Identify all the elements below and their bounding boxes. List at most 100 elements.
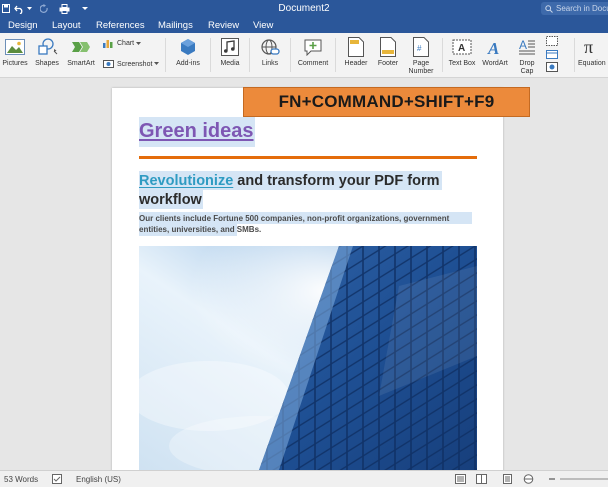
smartart-label: SmartArt <box>67 60 95 67</box>
comment-icon <box>303 36 323 58</box>
ribbon-separator <box>249 38 250 72</box>
web-layout-icon[interactable] <box>523 474 534 484</box>
links-button[interactable]: Links <box>256 36 284 68</box>
ribbon-tab-bar: Design Layout References Mailings Review… <box>0 17 608 33</box>
save-icon[interactable] <box>2 2 10 15</box>
building-image[interactable] <box>139 246 477 470</box>
footer-icon <box>380 36 396 58</box>
media-button[interactable]: Media <box>215 36 245 68</box>
pictures-label: Pictures <box>2 60 28 67</box>
smartart-icon <box>71 36 91 58</box>
chart-dropdown-icon <box>136 41 142 45</box>
ribbon-separator <box>210 38 211 72</box>
page-number-button[interactable]: # Page Number <box>404 36 438 76</box>
tab-review[interactable]: Review <box>208 18 239 32</box>
screenshot-dropdown-icon <box>154 62 160 65</box>
drop-cap-button[interactable]: A Drop Cap <box>513 36 541 76</box>
word-count[interactable]: 53 Words <box>4 475 38 484</box>
equation-icon: π <box>578 36 599 58</box>
tab-design[interactable]: Design <box>8 18 38 32</box>
subheading-link[interactable]: Revolutionize <box>139 173 233 189</box>
ribbon-separator <box>442 38 443 72</box>
document-subheading[interactable]: Revolutionize and transform your PDF for… <box>139 172 459 210</box>
tab-view[interactable]: View <box>253 18 273 32</box>
media-label: Media <box>220 60 240 67</box>
svg-text:#: # <box>417 44 422 53</box>
signature-line-icon[interactable] <box>546 36 561 46</box>
page-number-label: Page Number <box>408 60 434 75</box>
text-box-label: Text Box <box>448 60 476 67</box>
pictures-button[interactable]: Pictures <box>0 36 30 68</box>
date-time-icon[interactable] <box>546 49 561 59</box>
svg-text:π: π <box>584 38 593 56</box>
search-box[interactable]: Search in Document <box>541 2 608 15</box>
wordart-button[interactable]: A WordArt <box>480 36 510 68</box>
footer-button[interactable]: Footer <box>373 36 403 68</box>
ribbon-separator <box>335 38 336 72</box>
wordart-label: WordArt <box>482 60 508 67</box>
read-mode-icon[interactable] <box>476 474 487 484</box>
object-icon[interactable] <box>546 62 561 72</box>
drop-cap-icon: A <box>518 36 536 58</box>
header-button[interactable]: Header <box>341 36 371 68</box>
header-label: Header <box>344 60 368 67</box>
screenshot-label: Screenshot <box>117 60 153 68</box>
svg-text:A: A <box>519 38 527 52</box>
undo-icon[interactable] <box>14 2 25 15</box>
focus-view-icon[interactable] <box>455 474 466 484</box>
screenshot-button[interactable]: Screenshot <box>103 59 162 69</box>
chart-icon <box>103 40 113 48</box>
comment-label: Comment <box>297 60 329 67</box>
title-bar: Document2 Search in Document <box>0 0 608 17</box>
document-title: Document2 <box>278 3 330 14</box>
media-icon <box>221 36 239 58</box>
wordart-icon: A <box>486 36 504 58</box>
page-number-icon: # <box>413 36 429 58</box>
ribbon-separator <box>290 38 291 72</box>
customize-toolbar-icon[interactable] <box>82 2 88 15</box>
addins-label: Add-ins <box>176 60 200 67</box>
print-layout-icon[interactable] <box>502 474 513 484</box>
heading-rule <box>139 156 477 159</box>
equation-label: Equation <box>578 60 606 67</box>
language-indicator[interactable]: English (US) <box>76 475 121 484</box>
keyboard-shortcut-banner: FN+COMMAND+SHIFT+F9 <box>243 87 530 117</box>
chart-label: Chart <box>117 40 135 47</box>
svg-text:A: A <box>458 43 465 54</box>
print-icon[interactable] <box>59 2 70 15</box>
header-icon <box>348 36 364 58</box>
text-box-icon: A <box>452 36 472 58</box>
undo-dropdown-icon[interactable] <box>27 2 32 15</box>
redo-icon[interactable] <box>40 2 49 15</box>
addins-button[interactable]: Add-ins <box>172 36 204 68</box>
tab-layout[interactable]: Layout <box>52 18 81 32</box>
document-heading[interactable]: Green ideas <box>139 120 254 143</box>
chart-button[interactable]: Chart <box>103 39 144 48</box>
zoom-out-icon[interactable] <box>548 475 556 483</box>
search-placeholder: Search in Document <box>556 4 608 13</box>
tab-references[interactable]: References <box>96 18 145 32</box>
shapes-label: Shapes <box>35 60 59 67</box>
tab-mailings[interactable]: Mailings <box>158 18 193 32</box>
shapes-icon <box>36 36 58 58</box>
ribbon-separator <box>574 38 575 72</box>
zoom-slider[interactable] <box>560 478 608 480</box>
screenshot-icon <box>103 60 114 68</box>
ribbon-insert: Pictures Shapes SmartArt Chart Screensho… <box>0 33 608 78</box>
drop-cap-label: Drop Cap <box>519 60 535 75</box>
footer-label: Footer <box>377 60 399 67</box>
addins-icon <box>179 36 197 58</box>
smartart-button[interactable]: SmartArt <box>64 36 98 68</box>
text-box-button[interactable]: A Text Box <box>446 36 478 68</box>
comment-button[interactable]: Comment <box>296 36 330 68</box>
search-icon <box>545 4 553 13</box>
document-paragraph[interactable]: Our clients include Fortune 500 companie… <box>139 213 479 235</box>
svg-text:A: A <box>487 39 499 56</box>
ribbon-separator <box>165 38 166 72</box>
pictures-icon <box>5 36 25 58</box>
links-icon <box>260 36 280 58</box>
proofing-icon[interactable] <box>52 474 62 484</box>
equation-button[interactable]: π Equation <box>578 36 608 68</box>
shapes-button[interactable]: Shapes <box>33 36 61 68</box>
links-label: Links <box>261 60 279 67</box>
